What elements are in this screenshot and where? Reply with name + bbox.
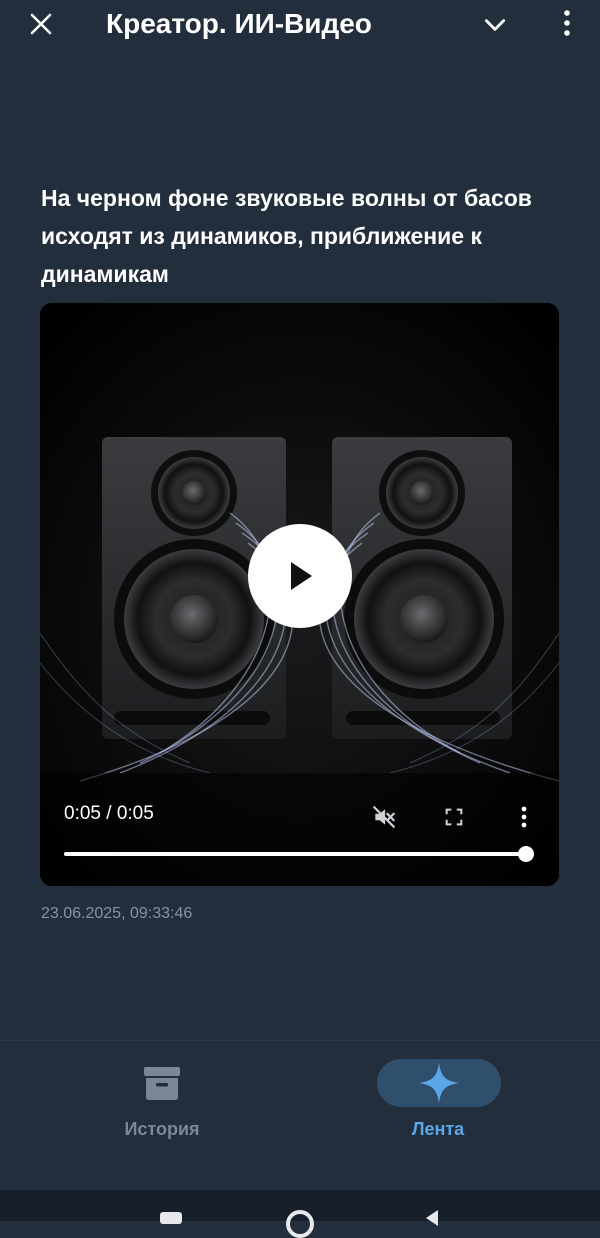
archive-icon <box>144 1067 180 1100</box>
video-player[interactable]: 0:05 / 0:05 <box>40 303 559 886</box>
nav-label-feed: Лента <box>411 1119 465 1139</box>
play-button[interactable] <box>248 524 352 628</box>
nav-item-history[interactable]: История <box>12 1041 312 1191</box>
home-button[interactable] <box>286 1210 314 1238</box>
nav-icon-container <box>100 1059 224 1107</box>
play-icon <box>291 562 312 590</box>
bottom-navigation: История Лента <box>0 1040 600 1191</box>
back-icon <box>426 1210 438 1226</box>
mute-button[interactable] <box>368 801 400 833</box>
close-icon <box>30 13 52 35</box>
app-bar: Креатор. ИИ-Видео <box>0 0 600 62</box>
dropdown-button[interactable] <box>478 8 512 42</box>
prompt-text: На черном фоне звуковые волны от басов и… <box>41 185 532 287</box>
nav-label-history: История <box>124 1119 200 1139</box>
more-vertical-icon <box>521 806 527 828</box>
sparkle-icon <box>419 1063 459 1103</box>
close-button[interactable] <box>24 7 58 41</box>
more-options-button[interactable] <box>550 6 584 40</box>
fullscreen-button[interactable] <box>438 801 470 833</box>
nav-item-feed[interactable]: Лента <box>288 1041 588 1191</box>
system-navigation-bar <box>0 1190 600 1238</box>
volume-muted-icon <box>373 806 395 828</box>
more-vertical-icon <box>564 10 570 36</box>
chevron-down-icon <box>484 19 506 31</box>
video-progress-bar[interactable] <box>64 852 528 856</box>
recent-apps-button[interactable] <box>160 1212 182 1224</box>
nav-icon-active-pill <box>377 1059 501 1107</box>
page-title: Креатор. ИИ-Видео <box>106 8 372 39</box>
fullscreen-icon <box>445 808 463 826</box>
video-progress-knob[interactable] <box>518 846 534 862</box>
video-more-button[interactable] <box>508 801 540 833</box>
video-time: 0:05 / 0:05 <box>64 803 154 824</box>
timestamp: 23.06.2025, 09:33:46 <box>41 905 193 922</box>
